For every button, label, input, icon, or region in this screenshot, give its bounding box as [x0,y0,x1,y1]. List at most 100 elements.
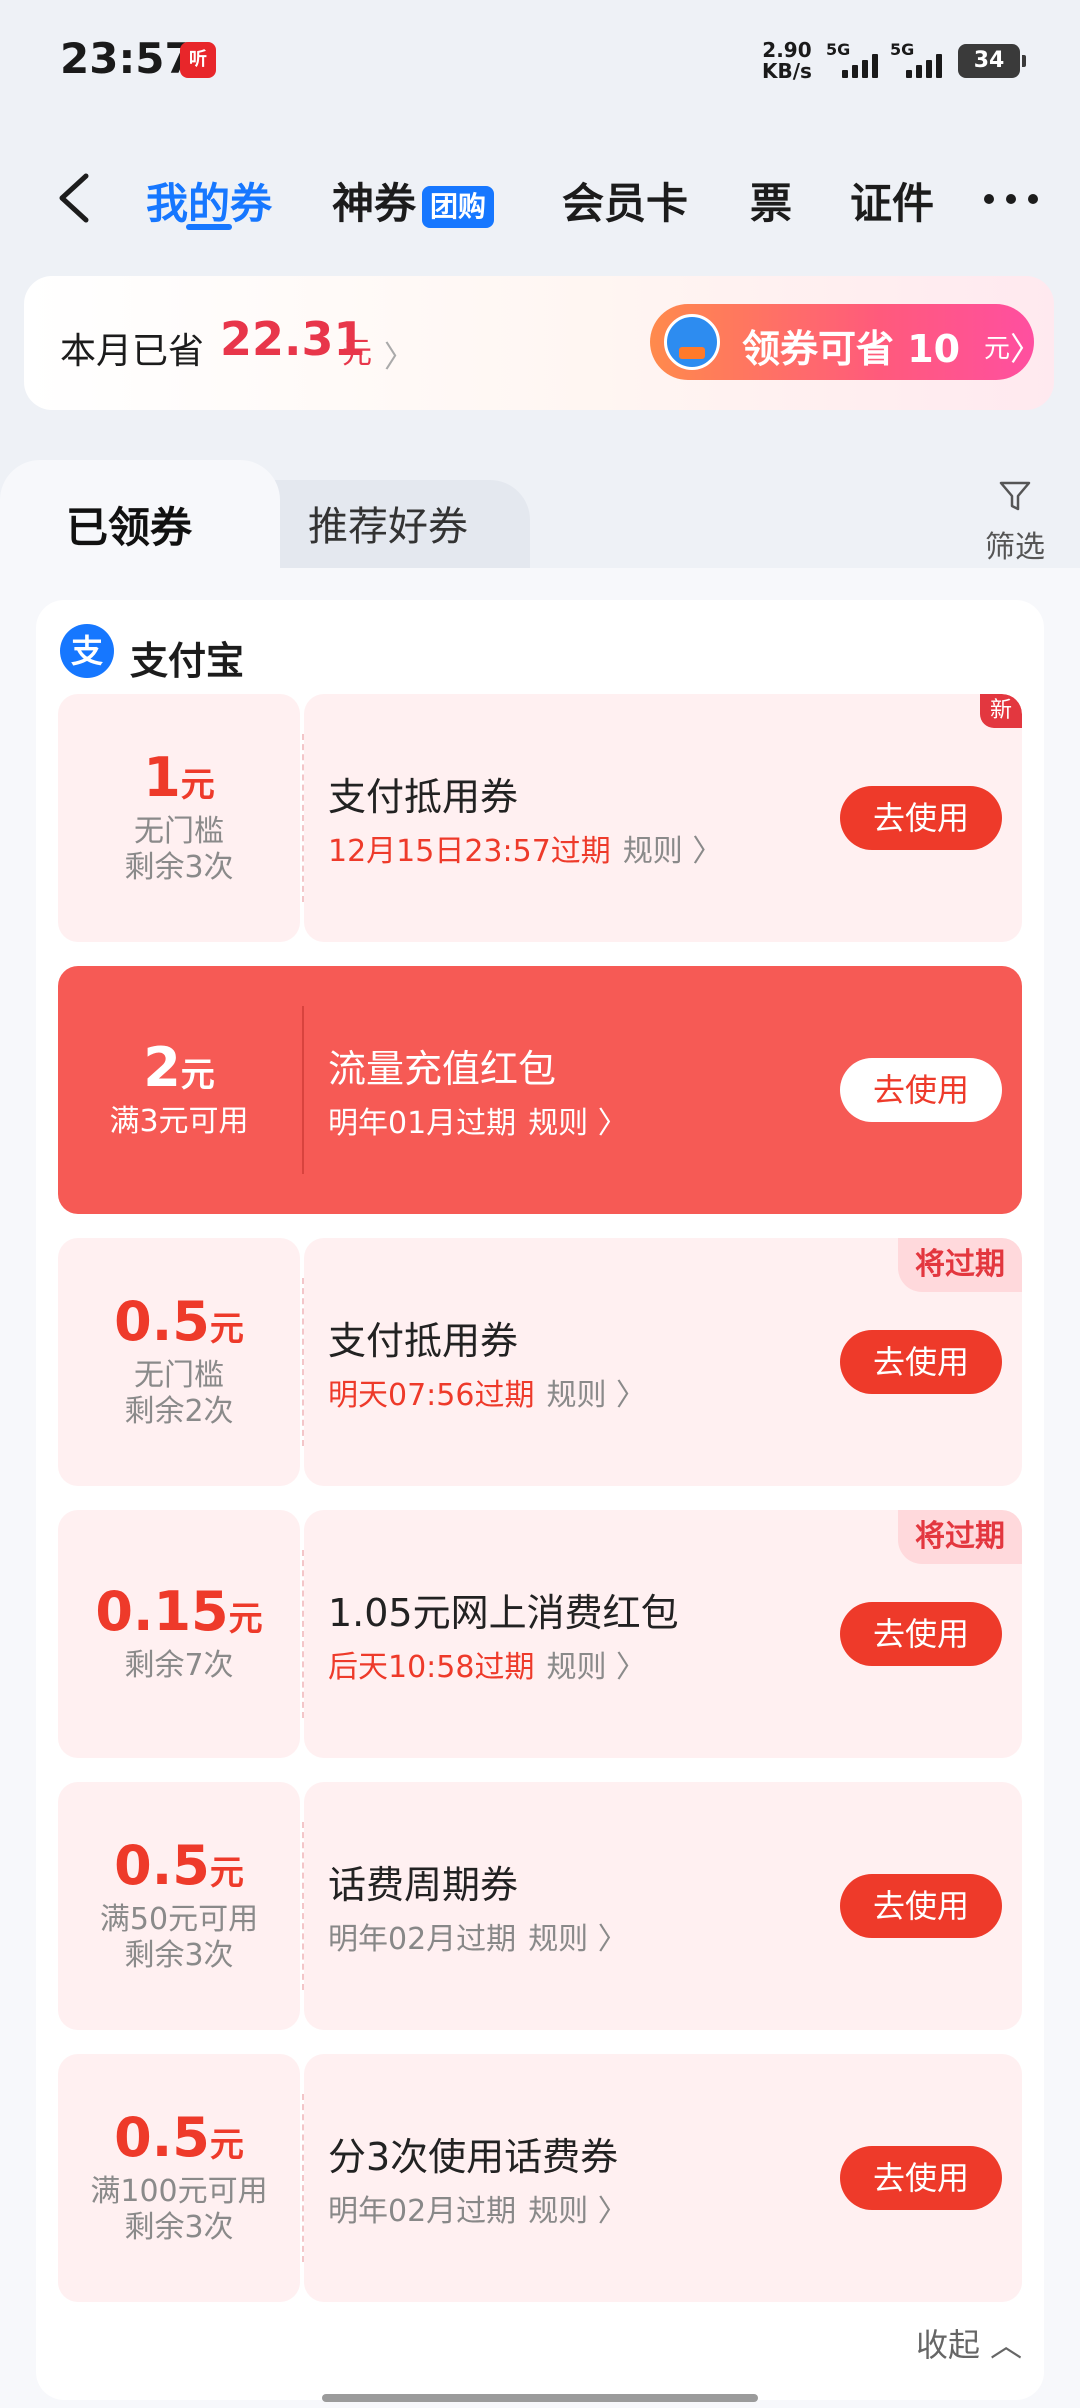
chevron-left-icon [59,173,89,223]
coupon-rules-link[interactable]: 规则 〉 [528,1106,628,1141]
use-coupon-button[interactable]: 去使用 [840,1874,1002,1938]
coupon-amount: 0.5元 [58,1834,300,1897]
coupon-card[interactable]: 0.5元 满50元可用 剩余3次 话费周期券 明年02月过期 规则 〉 去使用 [58,1782,1022,2030]
coupon-expiry: 12月15日23:57过期 [328,834,611,869]
savings-label: 本月已省 [60,331,205,372]
top-nav: 我的券 神券 团购 会员卡 票 证件 [0,150,1080,250]
tab-super-coupons-label: 神券 [332,179,417,228]
coupon-title: 流量充值红包 [328,1047,557,1091]
notification-app-icon: 听 [180,42,216,78]
coupon-amount-unit: 元 [209,1853,244,1893]
claim-coupons-button[interactable]: 领券可省 10 元 〉 [650,304,1042,380]
battery-icon: 34 [958,44,1026,78]
more-dots-icon[interactable] [984,194,1040,206]
network-speed: 2.90 KB/s [762,40,812,82]
monthly-savings-card[interactable]: 本月已省 22.31 元 〉 领券可省 10 元 〉 [24,276,1054,410]
coupon-condition: 满100元可用 [90,2174,268,2209]
coupon-title: 支付抵用券 [328,775,519,819]
use-coupon-button[interactable]: 去使用 [840,1602,1002,1666]
signal-icon-sim1: 5G [826,40,890,80]
coupon-expiry: 明年02月过期 [328,1922,517,1957]
back-button[interactable] [48,168,108,228]
coupon-amount-value: 0.5 [114,1290,210,1353]
claim-coupons-label: 领券可省 10 [742,327,961,371]
coupon-expiry: 明天07:56过期 [328,1378,535,1413]
coupon-amount-unit: 元 [180,765,215,805]
home-indicator[interactable] [322,2394,758,2402]
coupon-amount-unit: 元 [228,1599,263,1639]
coupon-condition: 满3元可用 [109,1104,249,1139]
use-coupon-button[interactable]: 去使用 [840,1330,1002,1394]
sim2-network-label: 5G [890,40,915,59]
coupon-condition: 满50元可用 [99,1902,259,1937]
coupon-amount-value: 0.15 [95,1580,229,1643]
coupon-card[interactable]: 将过期 0.5元 无门槛 剩余2次 支付抵用券 明天07:56过期 规则 〉 去使… [58,1238,1022,1486]
savings-unit: 元 [342,336,372,371]
coupon-condition: 无门槛 [134,814,224,849]
coupon-rules-link[interactable]: 规则 〉 [528,1922,628,1957]
tab-claimed-coupons[interactable]: 已领券 [66,494,192,555]
coupon-amount: 0.5元 [58,1290,300,1353]
collapse-button[interactable]: 收起 ︿ [916,2320,1022,2366]
coupon-remaining: 剩余3次 [124,2210,234,2245]
coupon-amount-unit: 元 [209,2125,244,2165]
signal-icon-sim2: 5G [890,40,954,80]
coupon-card[interactable]: 0.5元 满100元可用 剩余3次 分3次使用话费券 明年02月过期 规则 〉 去… [58,2054,1022,2302]
provider-name: 支付宝 [130,639,245,683]
tab-my-coupons[interactable]: 我的券 [146,170,272,231]
provider-coupon-group: 支 支付宝 新 1元 无门槛 剩余3次 支付抵用券 12月15日23:57过期规… [36,600,1044,2400]
coupon-amount: 1元 [58,746,300,809]
coupon-rules-link[interactable]: 规则 〉 [546,1378,646,1413]
status-bar: 23:57 听 2.90 KB/s 5G 5G 34 [0,0,1080,120]
coupon-panel: 支 支付宝 新 1元 无门槛 剩余3次 支付抵用券 12月15日23:57过期规… [0,568,1080,2408]
coupon-title: 分3次使用话费券 [328,2135,619,2179]
coupon-amount-value: 2 [143,1036,181,1099]
active-tab-indicator [186,224,232,230]
coupon-meta: 明年02月过期 规则 〉 [328,2186,628,2230]
sim1-network-label: 5G [826,40,851,59]
coupon-amount-value: 0.5 [114,2106,210,2169]
alipay-logo-icon: 支 [60,624,114,678]
coupon-card[interactable]: 新 1元 无门槛 剩余3次 支付抵用券 12月15日23:57过期 规则 〉 去使… [58,694,1022,942]
coupon-rules-link[interactable]: 规则 〉 [623,834,723,869]
tab-recommended-coupons[interactable]: 推荐好券 [308,494,468,552]
chevron-right-icon: 〉 [384,340,414,375]
filter-icon [999,481,1031,511]
coupon-amount-unit: 元 [209,1309,244,1349]
coupon-expiry: 明年02月过期 [328,2194,517,2229]
tab-tickets[interactable]: 票 [750,170,792,231]
tab-super-coupons[interactable]: 神券 团购 [332,170,495,231]
coupon-remaining: 剩余3次 [124,1938,234,1973]
coupon-meta: 12月15日23:57过期 规则 〉 [328,826,722,870]
chevron-right-icon: 〉 [1010,330,1043,368]
use-coupon-button[interactable]: 去使用 [840,1058,1002,1122]
coupon-list-tabs: 已领券 推荐好券 筛选 [0,460,1080,570]
coupon-expiry: 明年01月过期 [328,1106,517,1141]
use-coupon-button[interactable]: 去使用 [840,786,1002,850]
filter-button[interactable]: 筛选 [980,478,1050,566]
coupon-amount-value: 1 [143,746,181,809]
use-coupon-button[interactable]: 去使用 [840,2146,1002,2210]
coupon-amount-value: 0.5 [114,1834,210,1897]
coupon-rules-link[interactable]: 规则 〉 [528,2194,628,2229]
coupon-meta: 后天10:58过期 规则 〉 [328,1642,646,1686]
coupon-remaining: 剩余3次 [124,850,234,885]
coupon-card[interactable]: 将过期 0.15元 剩余7次 1.05元网上消费红包 后天10:58过期 规则 〉… [58,1510,1022,1758]
coupon-remaining: 剩余2次 [124,1394,234,1429]
coupon-amount: 0.5元 [58,2106,300,2169]
coupon-expiry: 后天10:58过期 [328,1650,535,1685]
filter-label: 筛选 [985,530,1045,565]
tab-certificates[interactable]: 证件 [850,170,934,231]
coupon-amount-unit: 元 [180,1055,215,1095]
coupon-card[interactable]: 2元 满3元可用 流量充值红包 明年01月过期 规则 〉 去使用 [58,966,1022,1214]
tab-member-cards[interactable]: 会员卡 [562,170,688,231]
coupon-amount: 2元 [58,1036,300,1099]
mascot-avatar-icon [664,314,720,370]
coupon-amount: 0.15元 [58,1580,300,1643]
coupon-meta: 明年02月过期 规则 〉 [328,1914,628,1958]
coupon-rules-link[interactable]: 规则 〉 [546,1650,646,1685]
coupon-title: 支付抵用券 [328,1319,519,1363]
network-speed-value: 2.90 [762,38,812,62]
network-speed-unit: KB/s [762,59,812,83]
coupon-title: 话费周期券 [328,1863,519,1907]
